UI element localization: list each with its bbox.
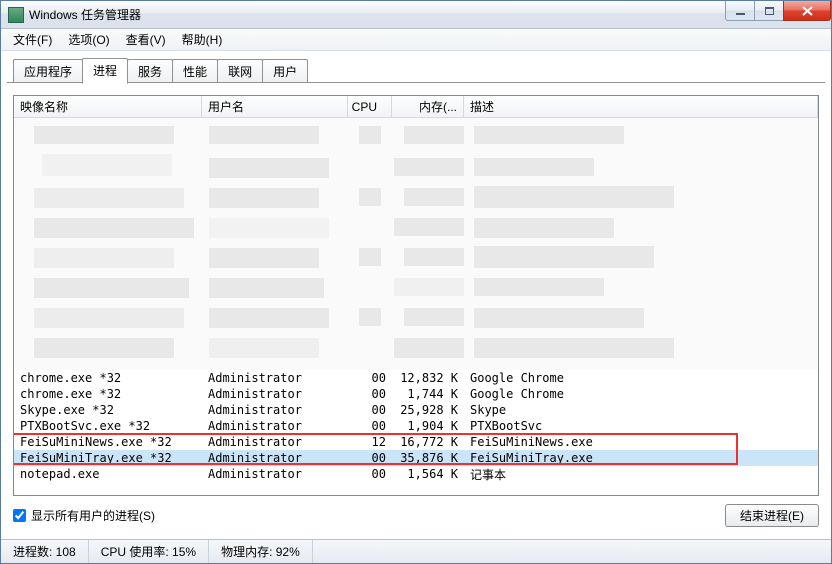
- tab-users[interactable]: 用户: [262, 59, 308, 83]
- table-row[interactable]: notepad.exeAdministrator001,564 K记事本: [14, 466, 818, 482]
- table-row[interactable]: FeiSuMiniNews.exe *32Administrator1216,7…: [14, 434, 818, 450]
- col-memory[interactable]: 内存(...: [392, 96, 464, 117]
- status-cpu-usage: CPU 使用率: 15%: [89, 540, 209, 563]
- cell-user: Administrator: [202, 403, 348, 417]
- cell-desc: Skype: [464, 403, 818, 417]
- cell-image: chrome.exe *32: [14, 371, 202, 385]
- col-user-name[interactable]: 用户名: [202, 96, 348, 117]
- status-process-count: 进程数: 108: [1, 540, 89, 563]
- cell-desc: 记事本: [464, 466, 818, 483]
- cell-cpu: 00: [348, 371, 392, 385]
- tab-performance[interactable]: 性能: [172, 59, 218, 83]
- col-description[interactable]: 描述: [464, 96, 818, 117]
- cell-user: Administrator: [202, 387, 348, 401]
- table-row[interactable]: chrome.exe *32Administrator0012,832 KGoo…: [14, 370, 818, 386]
- cell-image: PTXBootSvc.exe *32: [14, 419, 202, 433]
- cell-desc: FeiSuMiniTray.exe: [464, 451, 818, 465]
- bottom-row: 显示所有用户的进程(S) 结束进程(E): [13, 504, 819, 527]
- maximize-button[interactable]: [754, 1, 784, 21]
- cell-user: Administrator: [202, 467, 348, 481]
- cell-image: FeiSuMiniNews.exe *32: [14, 435, 202, 449]
- cell-mem: 16,772 K: [392, 435, 464, 449]
- menu-help[interactable]: 帮助(H): [174, 28, 231, 51]
- cell-cpu: 00: [348, 467, 392, 481]
- cell-mem: 1,564 K: [392, 467, 464, 481]
- cell-mem: 25,928 K: [392, 403, 464, 417]
- show-all-users-label[interactable]: 显示所有用户的进程(S): [13, 507, 155, 524]
- cell-cpu: 00: [348, 403, 392, 417]
- tabstrip: 应用程序 进程 服务 性能 联网 用户: [1, 57, 831, 83]
- cell-cpu: 00: [348, 451, 392, 465]
- show-all-users-text: 显示所有用户的进程(S): [31, 507, 155, 524]
- cell-cpu: 12: [348, 435, 392, 449]
- table-row[interactable]: PTXBootSvc.exe *32Administrator001,904 K…: [14, 418, 818, 434]
- menu-view[interactable]: 查看(V): [118, 28, 174, 51]
- cell-user: Administrator: [202, 371, 348, 385]
- close-button[interactable]: [783, 1, 831, 21]
- cell-image: chrome.exe *32: [14, 387, 202, 401]
- tab-content: 映像名称 用户名 CPU 内存(... 描述: [1, 83, 831, 539]
- table-row[interactable]: FeiSuMiniTray.exe *32Administrator0035,8…: [14, 450, 818, 466]
- list-body: chrome.exe *32Administrator0012,832 KGoo…: [14, 118, 818, 495]
- cell-image: notepad.exe: [14, 467, 202, 481]
- minimize-button[interactable]: [725, 1, 755, 21]
- table-row[interactable]: chrome.exe *32Administrator001,744 KGoog…: [14, 386, 818, 402]
- process-list[interactable]: 映像名称 用户名 CPU 内存(... 描述: [13, 95, 819, 496]
- titlebar[interactable]: Windows 任务管理器: [1, 1, 831, 29]
- cell-image: Skype.exe *32: [14, 403, 202, 417]
- cell-image: FeiSuMiniTray.exe *32: [14, 451, 202, 465]
- cell-mem: 35,876 K: [392, 451, 464, 465]
- cell-desc: FeiSuMiniNews.exe: [464, 435, 818, 449]
- cell-user: Administrator: [202, 451, 348, 465]
- cell-cpu: 00: [348, 387, 392, 401]
- tab-processes[interactable]: 进程: [82, 58, 128, 84]
- app-icon: [8, 7, 24, 23]
- cell-desc: PTXBootSvc: [464, 419, 818, 433]
- cell-user: Administrator: [202, 435, 348, 449]
- cell-desc: Google Chrome: [464, 387, 818, 401]
- close-icon: [802, 6, 813, 16]
- cell-desc: Google Chrome: [464, 371, 818, 385]
- tab-applications[interactable]: 应用程序: [13, 59, 83, 83]
- cell-mem: 12,832 K: [392, 371, 464, 385]
- censored-rows: [14, 118, 818, 370]
- window-controls: [725, 1, 831, 21]
- col-cpu[interactable]: CPU: [348, 96, 392, 117]
- table-row[interactable]: Skype.exe *32Administrator0025,928 KSkyp…: [14, 402, 818, 418]
- menubar: 文件(F) 选项(O) 查看(V) 帮助(H): [1, 29, 831, 51]
- menu-options[interactable]: 选项(O): [60, 28, 117, 51]
- cell-mem: 1,904 K: [392, 419, 464, 433]
- tab-services[interactable]: 服务: [127, 59, 173, 83]
- cell-user: Administrator: [202, 419, 348, 433]
- col-image-name[interactable]: 映像名称: [14, 96, 202, 117]
- list-header: 映像名称 用户名 CPU 内存(... 描述: [14, 96, 818, 118]
- cell-mem: 1,744 K: [392, 387, 464, 401]
- window-title: Windows 任务管理器: [29, 6, 141, 23]
- show-all-users-checkbox[interactable]: [13, 509, 26, 522]
- tab-networking[interactable]: 联网: [217, 59, 263, 83]
- task-manager-window: Windows 任务管理器 文件(F) 选项(O) 查看(V) 帮助(H) 应用…: [0, 0, 832, 564]
- status-memory-usage: 物理内存: 92%: [209, 540, 313, 563]
- status-bar: 进程数: 108 CPU 使用率: 15% 物理内存: 92%: [1, 539, 831, 563]
- end-process-button[interactable]: 结束进程(E): [725, 504, 819, 527]
- menu-file[interactable]: 文件(F): [5, 28, 60, 51]
- cell-cpu: 00: [348, 419, 392, 433]
